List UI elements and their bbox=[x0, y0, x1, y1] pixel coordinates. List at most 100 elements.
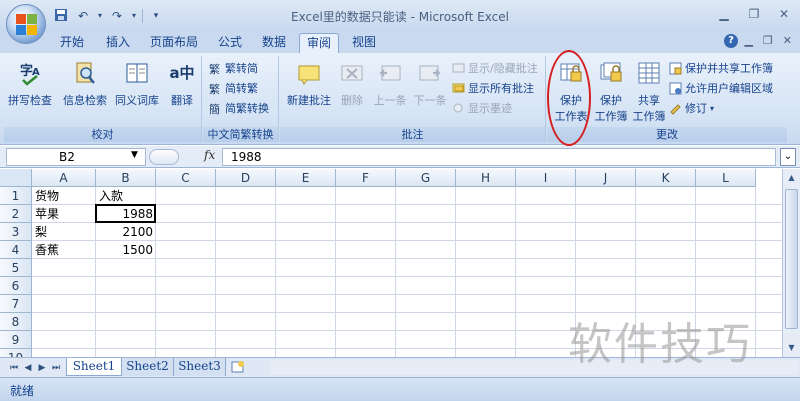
tab-home[interactable]: 开始 bbox=[54, 33, 90, 53]
column-header-k[interactable]: K bbox=[636, 169, 696, 187]
gridline-horizontal bbox=[32, 294, 782, 295]
row-header-7[interactable]: 7 bbox=[0, 295, 32, 313]
gridline-vertical bbox=[515, 187, 516, 357]
column-header-f[interactable]: F bbox=[336, 169, 396, 187]
scroll-down-icon[interactable]: ▼ bbox=[785, 341, 798, 355]
insert-sheet-icon[interactable] bbox=[230, 360, 246, 374]
row-header-2[interactable]: 2 bbox=[0, 205, 32, 223]
chinese-conversion-label: 简繁转换 bbox=[225, 102, 269, 115]
tab-formulas[interactable]: 公式 bbox=[212, 33, 248, 53]
last-sheet-icon[interactable]: ⏭ bbox=[50, 361, 62, 375]
cell-b4[interactable]: 1500 bbox=[96, 241, 156, 259]
new-comment-label: 新建批注 bbox=[287, 94, 331, 107]
translate-button[interactable]: a中 翻译 bbox=[164, 60, 200, 108]
group-chinese-conversion-label: 中文简繁转换 bbox=[203, 127, 278, 142]
vertical-scrollbar[interactable]: ▲ ▼ bbox=[782, 169, 800, 357]
office-button[interactable] bbox=[6, 4, 46, 44]
formula-input[interactable]: 1988 bbox=[222, 148, 776, 166]
previous-comment-button[interactable]: 上一条 bbox=[370, 60, 410, 108]
show-hide-comment-button[interactable]: 显示/隐藏批注 bbox=[452, 59, 538, 77]
new-comment-button[interactable]: 新建批注 bbox=[284, 60, 334, 108]
show-ink-button[interactable]: 显示墨迹 bbox=[452, 99, 512, 117]
protect-share-workbook-button[interactable]: 保护并共享工作簿 bbox=[669, 59, 773, 77]
delete-comment-label: 删除 bbox=[341, 94, 363, 107]
cell-b3[interactable]: 2100 bbox=[96, 223, 156, 241]
row-header-3[interactable]: 3 bbox=[0, 223, 32, 241]
row-header-8[interactable]: 8 bbox=[0, 313, 32, 331]
delete-comment-button[interactable]: 删除 bbox=[334, 60, 370, 108]
first-sheet-icon[interactable]: ⏮ bbox=[8, 361, 20, 375]
office-logo-icon bbox=[16, 14, 38, 36]
cell-a3[interactable]: 梨 bbox=[32, 223, 96, 241]
insert-function-icon[interactable]: fx bbox=[204, 148, 215, 162]
column-header-i[interactable]: I bbox=[516, 169, 576, 187]
ribbon-minimize-icon[interactable]: ▁ bbox=[744, 34, 752, 47]
ribbon-restore-icon[interactable]: ❐ bbox=[763, 34, 773, 47]
share-workbook-icon bbox=[636, 60, 662, 86]
watermark-text: 软件技巧 bbox=[568, 319, 752, 370]
row-header-10[interactable]: 10 bbox=[0, 349, 32, 357]
column-header-l[interactable]: L bbox=[696, 169, 756, 187]
column-header-j[interactable]: J bbox=[576, 169, 636, 187]
column-header-g[interactable]: G bbox=[396, 169, 456, 187]
column-header-h[interactable]: H bbox=[456, 169, 516, 187]
row-header-9[interactable]: 9 bbox=[0, 331, 32, 349]
share-workbook-button[interactable]: 共享 工作簿 bbox=[629, 60, 669, 124]
prev-sheet-icon[interactable]: ◀ bbox=[22, 361, 34, 375]
scroll-thumb[interactable] bbox=[785, 189, 798, 329]
select-all-corner[interactable] bbox=[0, 169, 32, 187]
thesaurus-button[interactable]: 同义词库 bbox=[112, 60, 162, 108]
track-changes-icon bbox=[670, 103, 681, 115]
name-box[interactable]: B2 bbox=[6, 148, 146, 166]
row-header-6[interactable]: 6 bbox=[0, 277, 32, 295]
help-icon[interactable]: ? bbox=[724, 34, 738, 48]
column-header-b[interactable]: B bbox=[96, 169, 156, 187]
column-header-a[interactable]: A bbox=[32, 169, 96, 187]
next-comment-button[interactable]: 下一条 bbox=[410, 60, 450, 108]
spelling-label: 拼写检查 bbox=[8, 94, 52, 107]
expand-formula-bar-icon[interactable]: ⌄ bbox=[780, 148, 796, 166]
minimize-icon[interactable]: ▁ bbox=[714, 5, 734, 23]
gridline-vertical bbox=[455, 187, 456, 357]
cell-a2[interactable]: 苹果 bbox=[32, 205, 96, 223]
cell-a1[interactable]: 货物 bbox=[32, 187, 96, 205]
window-title: Excel里的数据只能读 - Microsoft Excel bbox=[291, 10, 509, 24]
sheet-tab-sheet2[interactable]: Sheet2 bbox=[122, 358, 174, 376]
tab-review[interactable]: 审阅 bbox=[299, 33, 339, 53]
allow-edit-ranges-button[interactable]: 允许用户编辑区域 bbox=[669, 79, 773, 97]
tab-view[interactable]: 视图 bbox=[346, 33, 382, 53]
row-header-4[interactable]: 4 bbox=[0, 241, 32, 259]
sheet-tab-sheet3[interactable]: Sheet3 bbox=[174, 358, 226, 376]
column-header-e[interactable]: E bbox=[276, 169, 336, 187]
name-box-dropdown-icon[interactable]: ▼ bbox=[131, 150, 138, 160]
formula-bar-splitter[interactable] bbox=[149, 149, 179, 165]
restore-icon[interactable]: ❐ bbox=[744, 5, 764, 23]
show-all-comments-button[interactable]: 显示所有批注 bbox=[452, 79, 534, 97]
ribbon-close-icon[interactable]: ✕ bbox=[783, 34, 792, 47]
row-header-1[interactable]: 1 bbox=[0, 187, 32, 205]
show-all-comments-icon bbox=[452, 83, 465, 92]
simp-to-trad-button[interactable]: 繁 简转繁 bbox=[209, 79, 258, 97]
track-changes-button[interactable]: 修订 ▾ bbox=[669, 99, 714, 117]
next-sheet-icon[interactable]: ▶ bbox=[36, 361, 48, 375]
trad-to-simp-button[interactable]: 繁 繁转简 bbox=[209, 59, 258, 77]
scroll-up-icon[interactable]: ▲ bbox=[785, 171, 798, 185]
tab-insert[interactable]: 插入 bbox=[100, 33, 136, 53]
tab-data[interactable]: 数据 bbox=[256, 33, 292, 53]
sheet-tab-sheet1[interactable]: Sheet1 bbox=[66, 358, 122, 376]
close-icon[interactable]: ✕ bbox=[774, 5, 794, 23]
track-changes-dropdown-icon: ▾ bbox=[710, 103, 715, 113]
tab-page-layout[interactable]: 页面布局 bbox=[146, 33, 202, 53]
trad-to-simp-label: 繁转简 bbox=[225, 62, 258, 75]
chinese-conversion-button[interactable]: 簡 简繁转换 bbox=[209, 99, 269, 117]
row-header-5[interactable]: 5 bbox=[0, 259, 32, 277]
ribbon-tabs: 开始 插入 页面布局 公式 数据 审阅 视图 ? ▁ ❐ ✕ bbox=[0, 32, 800, 53]
cell-a4[interactable]: 香蕉 bbox=[32, 241, 96, 259]
column-header-d[interactable]: D bbox=[216, 169, 276, 187]
spelling-button[interactable]: 字A 拼写检查 bbox=[6, 60, 54, 108]
cell-b1[interactable]: 入款 bbox=[96, 187, 156, 205]
svg-text:繁: 繁 bbox=[209, 82, 220, 95]
column-header-c[interactable]: C bbox=[156, 169, 216, 187]
research-button[interactable]: 信息检索 bbox=[60, 60, 110, 108]
protect-workbook-button[interactable]: 保护 工作簿 bbox=[591, 60, 631, 124]
